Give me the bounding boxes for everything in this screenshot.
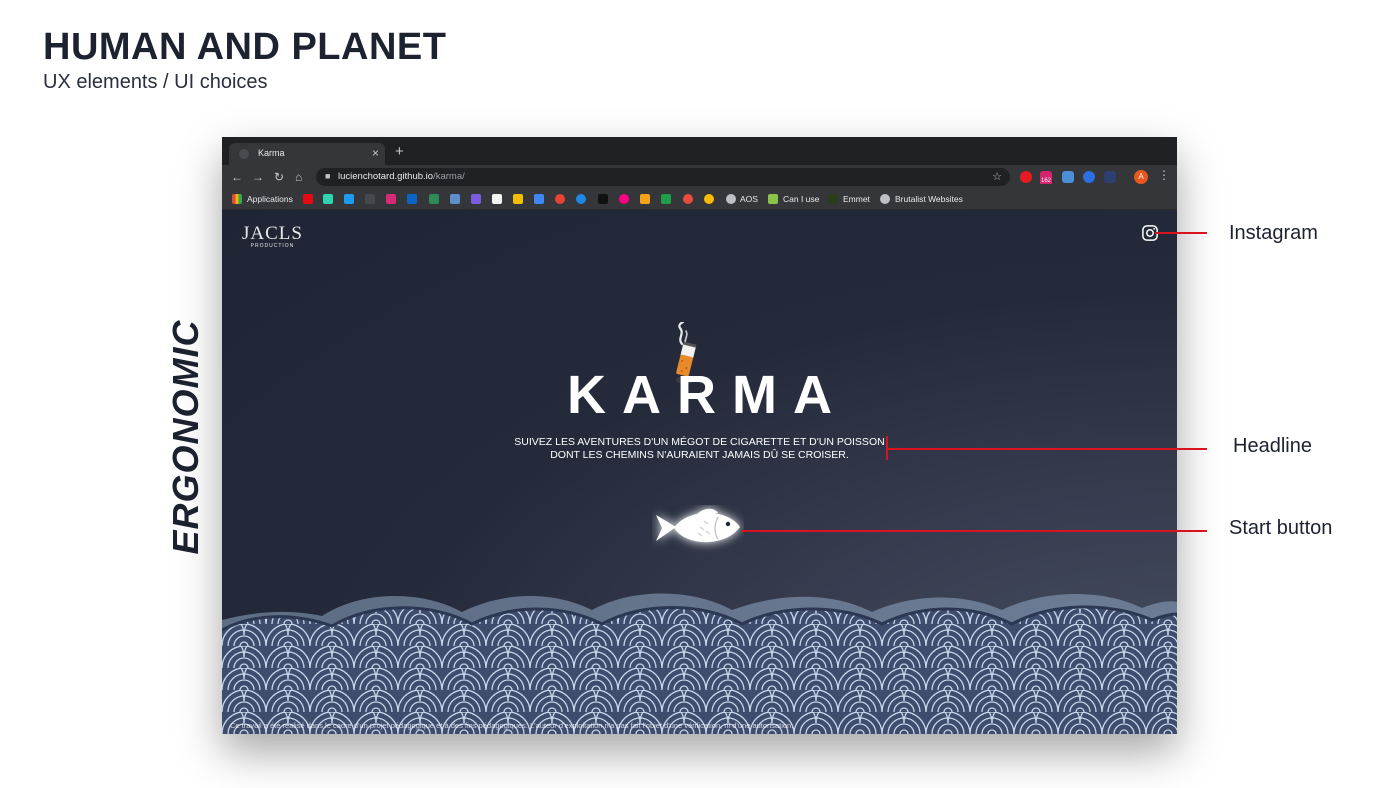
- bookmark-icon[interactable]: [534, 194, 544, 204]
- instagram-annotation-label: Instagram: [1229, 222, 1318, 244]
- home-icon[interactable]: ⌂: [295, 169, 302, 185]
- address-bar[interactable]: ■ lucienchotard.github.io/karma/ ☆: [316, 168, 1010, 186]
- extension-red-icon[interactable]: [1020, 171, 1032, 183]
- bookmark-icon[interactable]: [365, 194, 375, 204]
- page-viewport: JACLS PRODUCTION KARMA SUIVEZ LES AVENTU: [222, 210, 1177, 734]
- bookmark-icon[interactable]: [450, 194, 460, 204]
- back-icon[interactable]: ←: [231, 169, 243, 185]
- site-logo[interactable]: JACLS PRODUCTION: [242, 224, 303, 249]
- bookmark-instagram-icon[interactable]: [386, 194, 396, 204]
- instagram-annotation-line: [1155, 232, 1207, 234]
- url-text: lucienchotard.github.io/karma/: [338, 171, 465, 182]
- headline-annotation-line: [887, 448, 1207, 450]
- bookmark-icon[interactable]: [471, 194, 481, 204]
- tab-title: Karma: [258, 148, 285, 158]
- apps-grid-icon: [232, 194, 242, 204]
- side-label: ERGONOMIC: [165, 319, 206, 555]
- page-title: KARMA: [567, 365, 848, 425]
- extension-s-icon[interactable]: [1062, 171, 1074, 183]
- bookmark-icon[interactable]: [640, 194, 650, 204]
- bookmark-icon[interactable]: [513, 194, 523, 204]
- tab-karma[interactable]: Karma ×: [229, 143, 385, 165]
- start-button-annotation-label: Start button: [1229, 517, 1333, 539]
- bookmark-icon[interactable]: [303, 194, 313, 204]
- bookmark-icon[interactable]: [683, 194, 693, 204]
- globe-icon: [880, 194, 890, 204]
- logo-subtext: PRODUCTION: [250, 243, 295, 249]
- tab-favicon-icon: [239, 149, 249, 159]
- profile-avatar[interactable]: A: [1134, 170, 1148, 184]
- logo-text: JACLS: [242, 223, 303, 244]
- bookmark-icon[interactable]: [555, 194, 565, 204]
- bookmarks-bar: Applications AOS Can I use Emmet Brutali…: [222, 189, 1177, 210]
- forward-icon[interactable]: →: [252, 169, 264, 185]
- reload-icon[interactable]: ↻: [274, 169, 284, 185]
- bookmark-linkedin-icon[interactable]: [407, 194, 417, 204]
- bookmark-can-i-use[interactable]: Can I use: [783, 192, 819, 206]
- fish-icon: [656, 508, 740, 543]
- headline-annotation-label: Headline: [1233, 435, 1312, 457]
- bookmark-icon: [828, 194, 838, 204]
- slide-subtitle: UX elements / UI choices: [43, 71, 268, 93]
- bookmark-icon[interactable]: [598, 194, 608, 204]
- bookmark-icon[interactable]: [344, 194, 354, 204]
- tab-strip: Karma × +: [222, 137, 1177, 165]
- new-tab-button[interactable]: +: [395, 143, 404, 161]
- bookmark-aos[interactable]: AOS: [740, 192, 758, 206]
- disclaimer-text: Ce travail a été réalisé dans le cadre d…: [230, 721, 794, 730]
- bookmark-applications[interactable]: Applications: [247, 192, 293, 206]
- bookmark-brutalist-websites[interactable]: Brutalist Websites: [895, 192, 963, 206]
- lock-icon: ■: [325, 171, 331, 181]
- tab-close-icon[interactable]: ×: [372, 146, 379, 160]
- bookmark-icon[interactable]: [323, 194, 333, 204]
- bookmark-icon[interactable]: [429, 194, 439, 204]
- bookmark-icon[interactable]: [661, 194, 671, 204]
- extension-dark-icon[interactable]: [1104, 171, 1116, 183]
- start-button[interactable]: [652, 505, 744, 553]
- bookmark-emmet[interactable]: Emmet: [843, 192, 870, 206]
- headline-line-2: DONT LES CHEMINS N'AURAIENT JAMAIS DÛ SE…: [550, 449, 849, 461]
- bookmark-icon[interactable]: [576, 194, 586, 204]
- wave-illustration: [222, 593, 1177, 734]
- browser-window: Karma × + ← → ↻ ⌂ ■ lucienchotard.github…: [222, 137, 1177, 734]
- extension-badge-count: 162: [1040, 178, 1053, 184]
- bookmark-star-icon[interactable]: ☆: [992, 170, 1002, 183]
- bookmark-icon[interactable]: [704, 194, 714, 204]
- bookmark-icon[interactable]: [619, 194, 629, 204]
- browser-toolbar: ← → ↻ ⌂ ■ lucienchotard.github.io/karma/…: [222, 165, 1177, 189]
- bookmark-icon[interactable]: [492, 194, 502, 204]
- globe-icon: [726, 194, 736, 204]
- slide-title: HUMAN AND PLANET: [43, 26, 447, 68]
- browser-menu-icon[interactable]: ⋮: [1158, 168, 1170, 182]
- bookmark-icon: [768, 194, 778, 204]
- extension-plus-icon[interactable]: [1083, 171, 1095, 183]
- start-button-annotation-line: [742, 530, 1207, 532]
